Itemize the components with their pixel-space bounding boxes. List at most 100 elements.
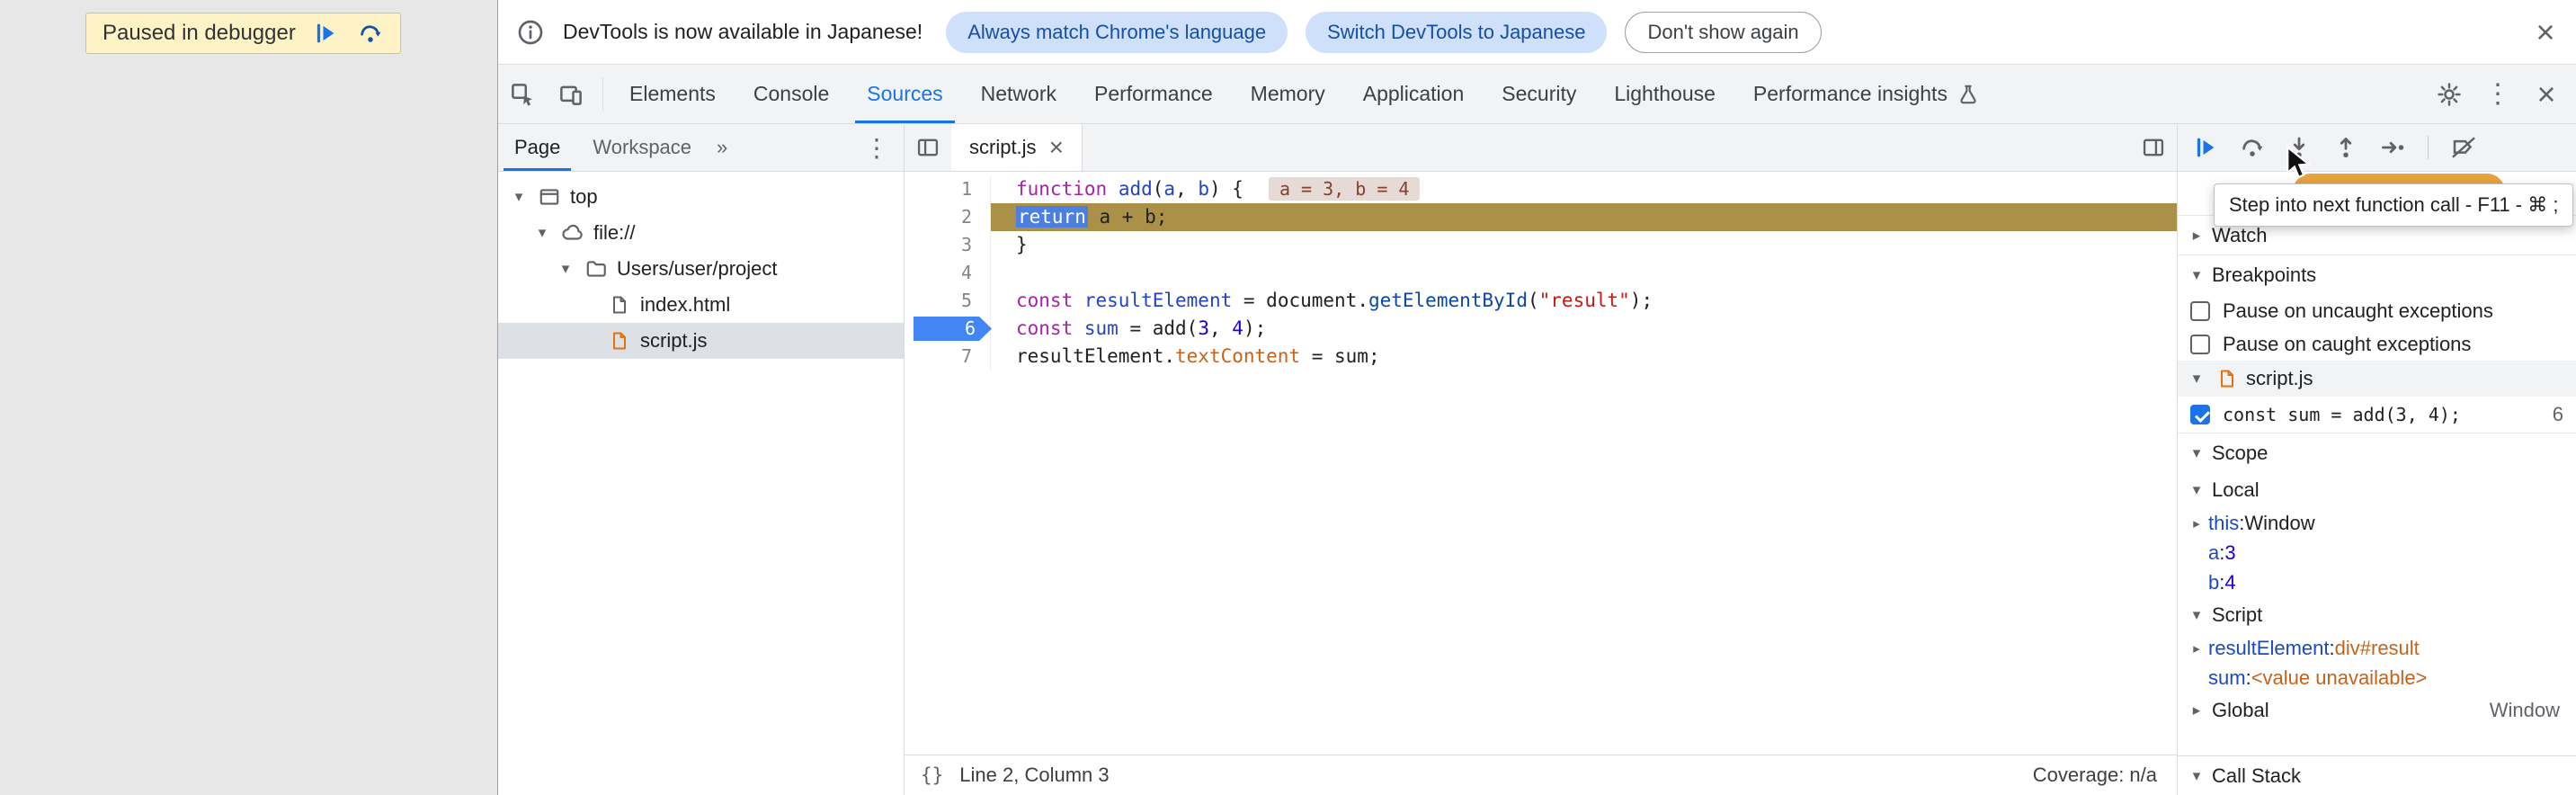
- code-content[interactable]: const sum = add(3, 4);: [991, 315, 2177, 343]
- tree-item-users-user-project[interactable]: ▾Users/user/project: [498, 251, 904, 287]
- always-match-language-button[interactable]: Always match Chrome's language: [946, 12, 1288, 53]
- scope-entry[interactable]: ▸this: Window: [2178, 508, 2576, 538]
- code-content[interactable]: [991, 259, 2177, 287]
- tab-elements[interactable]: Elements: [611, 65, 735, 123]
- code-line[interactable]: 6const sum = add(3, 4);: [905, 315, 2177, 343]
- pause-caught-row[interactable]: Pause on caught exceptions: [2178, 327, 2576, 361]
- tab-console[interactable]: Console: [735, 65, 848, 123]
- switch-to-japanese-button[interactable]: Switch DevTools to Japanese: [1306, 12, 1607, 53]
- pause-uncaught-checkbox[interactable]: [2190, 301, 2210, 321]
- resume-script-icon[interactable]: [310, 18, 341, 49]
- code-line[interactable]: 5const resultElement = document.getEleme…: [905, 287, 2177, 315]
- gutter-line-number[interactable]: 4: [905, 259, 991, 287]
- toggle-navigator-icon[interactable]: [905, 124, 951, 171]
- navigator-kebab-icon[interactable]: ⋮: [850, 133, 904, 163]
- tree-item-label: top: [568, 185, 598, 209]
- tab-application[interactable]: Application: [1344, 65, 1484, 123]
- chevron-down-icon: ▾: [2185, 444, 2208, 462]
- scope-entry[interactable]: sum: <value unavailable>: [2178, 663, 2576, 692]
- toggle-debugger-sidebar-icon[interactable]: [2130, 124, 2177, 171]
- code-line[interactable]: 4: [905, 259, 2177, 287]
- tab-performance[interactable]: Performance: [1075, 65, 1232, 123]
- tab-security[interactable]: Security: [1483, 65, 1595, 123]
- gutter-line-number[interactable]: 5: [905, 287, 991, 315]
- panel-tabs: ElementsConsoleSources Network Performance…: [611, 65, 1999, 123]
- breakpoint-marker[interactable]: 6: [914, 317, 992, 341]
- scope-group-script[interactable]: ▾Script: [2178, 597, 2576, 633]
- code-line[interactable]: 7resultElement.textContent = sum;: [905, 343, 2177, 371]
- scope-entry[interactable]: b: 4: [2178, 567, 2576, 597]
- scope-group-global[interactable]: ▸GlobalWindow: [2178, 692, 2576, 728]
- sources-panel: Page Workspace » ⋮ ▾top▾file://▾Users/us…: [498, 124, 2576, 795]
- code-line[interactable]: 1function add(a, b) {a = 3, b = 4: [905, 175, 2177, 203]
- code-editor[interactable]: 1function add(a, b) {a = 3, b = 42return…: [905, 172, 2177, 755]
- step-over-button[interactable]: [2233, 129, 2271, 166]
- code-content[interactable]: resultElement.textContent = sum;: [991, 343, 2177, 371]
- editor-tab-scriptjs[interactable]: script.js ×: [951, 124, 1083, 171]
- breakpoint-source-text: const sum = add(3, 4);: [2223, 404, 2540, 425]
- code-line[interactable]: 2return a + b;: [905, 203, 2177, 231]
- format-braces-icon[interactable]: {}: [921, 764, 943, 786]
- tab-page[interactable]: Page: [498, 124, 576, 171]
- scope-value: 3: [2224, 541, 2235, 565]
- gutter-line-number[interactable]: 7: [905, 343, 991, 371]
- tab-label: Security: [1502, 82, 1576, 106]
- dont-show-again-button[interactable]: Don't show again: [1625, 12, 1821, 53]
- code-content[interactable]: function add(a, b) {a = 3, b = 4: [991, 175, 2177, 203]
- gutter-line-number[interactable]: 1: [905, 175, 991, 203]
- scope-entry[interactable]: a: 3: [2178, 538, 2576, 567]
- tree-item-file-[interactable]: ▾file://: [498, 215, 904, 251]
- gutter-line-number[interactable]: 2: [905, 203, 991, 231]
- tab-label: Network: [981, 82, 1056, 106]
- tab-network[interactable]: Network: [962, 65, 1075, 123]
- gutter-line-number[interactable]: 6: [905, 315, 991, 343]
- kebab-menu-icon[interactable]: ⋮: [2473, 78, 2522, 110]
- beaker-icon: [1957, 83, 1980, 106]
- tab-performance-insights[interactable]: Performance insights: [1734, 65, 1999, 123]
- debugger-toolbar: [2178, 124, 2576, 172]
- step-button[interactable]: [2374, 129, 2411, 166]
- tab-lighthouse[interactable]: Lighthouse: [1595, 65, 1734, 123]
- infobar-close-icon[interactable]: ×: [2520, 16, 2571, 49]
- gutter-line-number[interactable]: 3: [905, 231, 991, 259]
- tree-item-index-html[interactable]: index.html: [498, 287, 904, 323]
- step-out-button[interactable]: [2327, 129, 2365, 166]
- tab-close-icon[interactable]: ×: [1049, 135, 1064, 160]
- scope-section-header[interactable]: ▾ Scope: [2178, 433, 2576, 472]
- resume-script-button[interactable]: [2187, 129, 2224, 166]
- code-content[interactable]: const resultElement = document.getElemen…: [991, 287, 2177, 315]
- device-toolbar-icon[interactable]: [547, 65, 595, 123]
- breakpoints-section-header[interactable]: ▾ Breakpoints: [2178, 255, 2576, 294]
- step-into-tooltip: Step into next function call - F11 - ⌘ ;: [2214, 183, 2573, 227]
- scope-group-label: Global: [2212, 699, 2269, 722]
- tab-memory[interactable]: Memory: [1232, 65, 1344, 123]
- editor-tab-label: script.js: [969, 136, 1037, 159]
- code-content[interactable]: }: [991, 231, 2177, 259]
- breakpoint-entry[interactable]: const sum = add(3, 4);6: [2178, 397, 2576, 433]
- file-tree: ▾top▾file://▾Users/user/projectindex.htm…: [498, 172, 904, 359]
- code-content[interactable]: return a + b;: [991, 203, 2177, 231]
- tree-item-top[interactable]: ▾top: [498, 179, 904, 215]
- code-line[interactable]: 3}: [905, 231, 2177, 259]
- breakpoints-label: Breakpoints: [2212, 264, 2316, 287]
- tab-label: Memory: [1251, 82, 1325, 106]
- scope-group-local[interactable]: ▾Local: [2178, 472, 2576, 508]
- devtools-close-icon[interactable]: ×: [2522, 76, 2571, 113]
- deactivate-breakpoints-button[interactable]: [2445, 129, 2482, 166]
- navigator-pane: Page Workspace » ⋮ ▾top▾file://▾Users/us…: [498, 124, 905, 795]
- tab-workspace[interactable]: Workspace: [576, 124, 708, 171]
- breakpoint-checkbox[interactable]: [2190, 405, 2210, 424]
- chevron-right-icon: ▸: [2185, 640, 2208, 657]
- inspect-element-icon[interactable]: [498, 65, 547, 123]
- call-stack-section-header[interactable]: ▾ Call Stack: [2178, 755, 2576, 795]
- settings-gear-icon[interactable]: [2425, 81, 2473, 108]
- tree-item-script-js[interactable]: script.js: [498, 323, 904, 359]
- more-tabs-icon[interactable]: »: [708, 136, 736, 159]
- pause-uncaught-row[interactable]: Pause on uncaught exceptions: [2178, 294, 2576, 327]
- pause-caught-checkbox[interactable]: [2190, 335, 2210, 354]
- step-over-icon[interactable]: [355, 18, 386, 49]
- breakpoint-file-group[interactable]: ▾ script.js: [2178, 361, 2576, 397]
- tree-item-label: Users/user/project: [615, 257, 778, 281]
- tab-sources[interactable]: Sources: [848, 65, 961, 123]
- scope-entry[interactable]: ▸resultElement: div#result: [2178, 633, 2576, 663]
